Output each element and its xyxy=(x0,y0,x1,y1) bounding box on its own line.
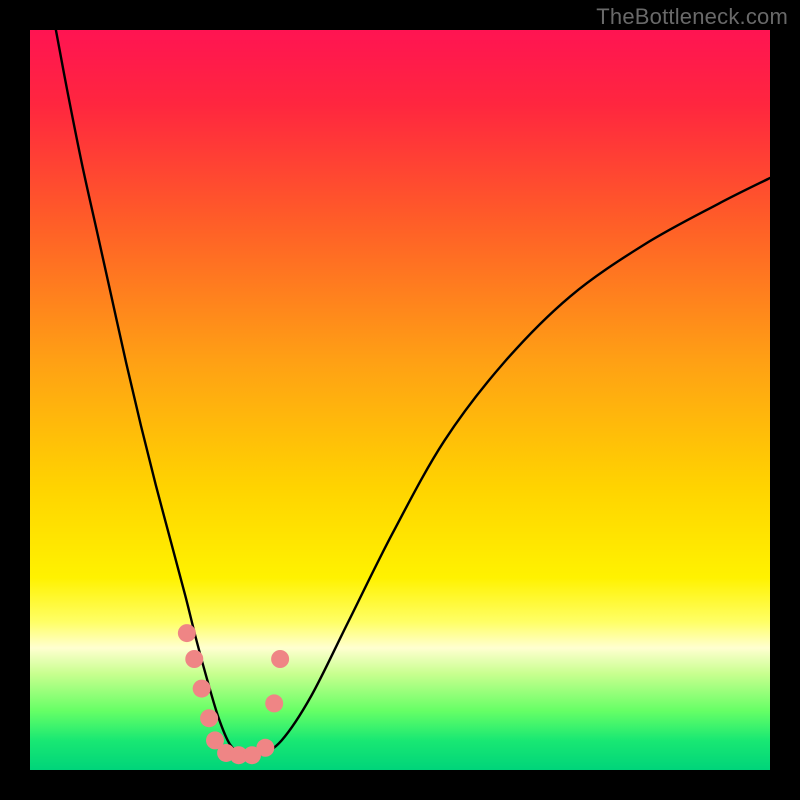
marker-point xyxy=(200,709,218,727)
bottleneck-chart xyxy=(0,0,800,800)
watermark-text: TheBottleneck.com xyxy=(596,4,788,30)
marker-point xyxy=(256,739,274,757)
marker-point xyxy=(271,650,289,668)
marker-point xyxy=(178,624,196,642)
marker-point xyxy=(185,650,203,668)
chart-frame: TheBottleneck.com xyxy=(0,0,800,800)
marker-point xyxy=(193,680,211,698)
plot-background xyxy=(30,30,770,770)
marker-point xyxy=(265,694,283,712)
